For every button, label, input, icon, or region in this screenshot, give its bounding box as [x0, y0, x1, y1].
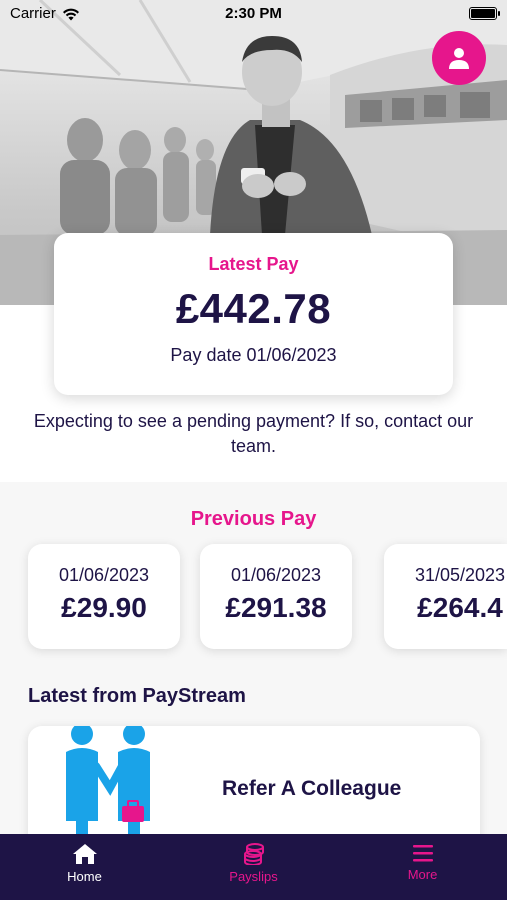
latest-pay-amount: £442.78 — [175, 285, 332, 332]
previous-pay-section: Previous Pay 01/06/2023 £29.90 01/06/202… — [0, 482, 507, 856]
coins-icon — [243, 843, 264, 865]
tab-payslips[interactable]: Payslips — [169, 834, 338, 900]
menu-icon — [412, 845, 433, 862]
battery-icon — [469, 7, 500, 20]
status-time: 2:30 PM — [225, 5, 282, 22]
previous-pay-amount: £264.4 — [417, 592, 503, 623]
tab-bar: Home Payslips More — [0, 834, 507, 900]
pending-payment-message[interactable]: Expecting to see a pending payment? If s… — [30, 409, 477, 459]
person-icon — [449, 48, 469, 69]
previous-pay-amount: £29.90 — [61, 592, 147, 623]
previous-pay-card[interactable]: 01/06/2023 £29.90 — [28, 544, 180, 649]
latest-pay-card[interactable]: Latest Pay £442.78 Pay date 01/06/2023 — [54, 233, 453, 395]
previous-pay-title: Previous Pay — [190, 508, 317, 530]
tab-home-label: Home — [67, 869, 102, 884]
previous-pay-card[interactable]: 01/06/2023 £291.38 — [200, 544, 352, 649]
tab-more[interactable]: More — [338, 834, 507, 900]
home-icon — [72, 844, 97, 864]
previous-pay-amount: £291.38 — [225, 592, 327, 623]
status-bar: Carrier 2:30 PM — [0, 0, 507, 28]
profile-button[interactable] — [432, 31, 486, 85]
previous-pay-date: 31/05/2023 — [414, 565, 506, 585]
latest-pay-title: Latest Pay — [208, 254, 299, 274]
tab-home[interactable]: Home — [0, 834, 169, 900]
refer-colleague-label: Refer A Colleague — [222, 777, 402, 800]
previous-pay-date: 01/06/2023 — [230, 565, 322, 585]
tab-payslips-label: Payslips — [229, 869, 278, 884]
previous-pay-card[interactable]: 31/05/2023 £264.4 — [384, 544, 507, 649]
previous-pay-date: 01/06/2023 — [58, 565, 150, 585]
tab-more-label: More — [407, 867, 438, 882]
news-section-title: Latest from PayStream — [28, 685, 246, 707]
latest-pay-date: Pay date 01/06/2023 — [170, 345, 337, 365]
